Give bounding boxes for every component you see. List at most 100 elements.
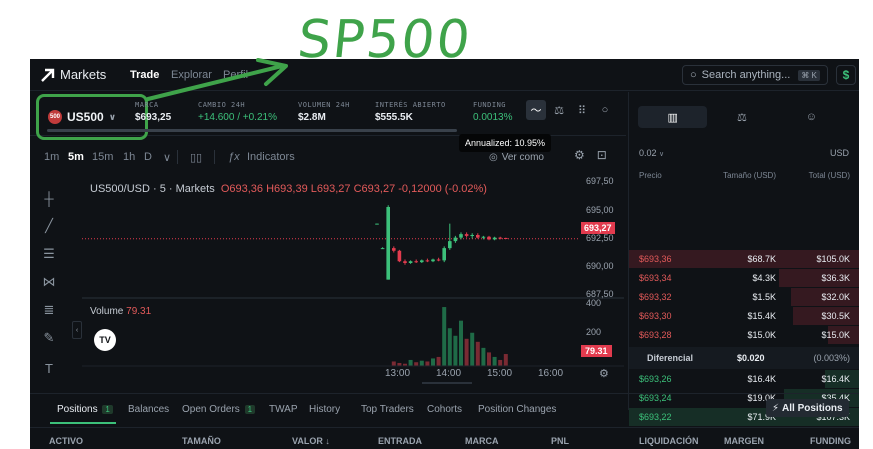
col-margen[interactable]: MARGEN <box>724 436 764 446</box>
tradingview-logo[interactable]: TV <box>94 329 116 351</box>
candle-body[interactable] <box>448 241 452 249</box>
horizontal-lines-icon[interactable]: ☰ <box>40 245 58 263</box>
tab-cohorts[interactable]: Cohorts <box>427 404 462 415</box>
settings-icon[interactable]: ⚙ <box>574 148 585 162</box>
axis-settings-icon[interactable]: ⚙ <box>599 367 609 380</box>
candle-body[interactable] <box>431 259 435 262</box>
candle-body[interactable] <box>425 260 430 262</box>
timeframe-5m[interactable]: 5m <box>68 151 84 163</box>
nav-explorar[interactable]: Explorar <box>171 69 212 81</box>
price-chart[interactable]: US500/USD · 5 · Markets O693,36 H693,39 … <box>82 173 624 387</box>
volume-bar <box>436 356 441 366</box>
col-entrada[interactable]: ENTRADA <box>378 436 422 446</box>
timeframe-1m[interactable]: 1m <box>44 151 59 163</box>
ask-size: $4.3K <box>752 273 776 283</box>
col-funding[interactable]: FUNDING <box>810 436 851 446</box>
search-input[interactable]: ○ Search anything... ⌘ K <box>682 65 828 85</box>
dollar-icon[interactable]: $ <box>836 65 856 85</box>
timeframe-d[interactable]: D <box>144 151 152 163</box>
symbol-selector[interactable]: 500 US500 ∨ <box>36 94 148 140</box>
all-positions-button[interactable]: ⚡ All Positions <box>766 399 849 417</box>
col-marca[interactable]: MARCA <box>465 436 499 446</box>
grid-icon[interactable]: ⠿ <box>572 100 592 120</box>
scale-icon[interactable]: ⚖ <box>707 106 776 128</box>
currency-selector[interactable]: USD <box>830 148 849 158</box>
candle-body[interactable] <box>442 248 446 261</box>
ask-row[interactable]: $693,28 $15.0K $15.0K <box>629 326 859 344</box>
col-pnl[interactable]: PNL <box>551 436 569 446</box>
col-liquidacion[interactable]: LIQUIDACIÓN <box>639 436 699 446</box>
candle-body[interactable] <box>375 223 379 225</box>
candle-body[interactable] <box>392 248 396 251</box>
candle-body[interactable] <box>408 261 413 263</box>
col-tamano[interactable]: TAMAÑO <box>182 436 221 446</box>
col-valor[interactable]: VALOR ↓ <box>292 436 330 446</box>
tab-position-changes[interactable]: Position Changes <box>478 404 556 415</box>
timeframe-15m[interactable]: 15m <box>92 151 113 163</box>
text-tool-icon[interactable]: T <box>40 359 58 377</box>
search-shortcut: ⌘ K <box>798 69 820 81</box>
candle-body[interactable] <box>414 261 418 263</box>
brush-icon[interactable]: ✎ <box>40 329 58 347</box>
pattern-icon[interactable]: ⋈ <box>40 273 58 291</box>
candle-body[interactable] <box>464 234 469 236</box>
tab-twap[interactable]: TWAP <box>269 404 298 415</box>
candle-body[interactable] <box>487 236 491 240</box>
ask-row[interactable]: $693,30 $15.4K $30.5K <box>629 307 859 325</box>
candle-type-icon[interactable]: ▯▯ <box>190 151 202 164</box>
logo[interactable]: Markets <box>40 67 106 82</box>
circle-icon[interactable]: ○ <box>595 100 615 120</box>
nav-trade[interactable]: Trade <box>130 69 159 81</box>
candle-body[interactable] <box>476 235 480 238</box>
top-nav: Markets Trade Explorar Perfil ○ Search a… <box>30 59 859 91</box>
nav-perfil[interactable]: Perfil <box>223 69 248 81</box>
candle-body[interactable] <box>492 237 497 240</box>
candle-body[interactable] <box>420 260 424 263</box>
ask-row[interactable]: $693,36 $68.7K $105.0K <box>629 250 859 268</box>
indicators-button[interactable]: Indicators <box>247 151 295 163</box>
chart-action-icons: ⚙ ⊡ <box>574 148 607 162</box>
timeframe-dropdown-icon[interactable]: ∨ <box>163 151 171 164</box>
view-as-button[interactable]: ◎ Ver como <box>489 152 544 163</box>
candle-body[interactable] <box>386 207 390 280</box>
book-icon[interactable]: ▥ <box>638 106 708 128</box>
candle-body[interactable] <box>504 237 508 239</box>
timeframe-1h[interactable]: 1h <box>123 151 135 163</box>
volume-bar <box>419 360 424 366</box>
ask-total: $105.0K <box>816 254 850 264</box>
tab-open-orders[interactable]: Open Orders 1 <box>182 404 256 415</box>
ask-size: $68.7K <box>747 254 776 264</box>
stat-funding[interactable]: FUNDING 0.0013% <box>473 101 512 123</box>
fib-icon[interactable]: ≣ <box>40 301 58 319</box>
candle-body[interactable] <box>470 235 474 236</box>
smile-icon[interactable]: ☺ <box>777 106 846 128</box>
candle-body[interactable] <box>498 237 502 239</box>
candlestick-chart[interactable] <box>82 173 624 387</box>
candle-body[interactable] <box>380 248 385 250</box>
trendline-icon[interactable]: ╱ <box>40 217 58 235</box>
crosshair-icon[interactable]: ┼ <box>40 189 58 207</box>
candle-body[interactable] <box>436 259 441 261</box>
bid-row[interactable]: $693,26 $16.4K $16.4K <box>629 370 859 388</box>
candle-body[interactable] <box>453 237 458 242</box>
candle-body[interactable] <box>397 250 402 262</box>
tab-positions[interactable]: Positions 1 <box>57 404 113 415</box>
scale-icon[interactable]: ⚖ <box>549 100 569 120</box>
ask-total: $30.5K <box>821 311 850 321</box>
tab-history[interactable]: History <box>309 404 340 415</box>
camera-icon[interactable]: ⊡ <box>597 148 607 162</box>
stats-scrollbar[interactable] <box>47 129 457 132</box>
candle-body[interactable] <box>481 236 486 238</box>
line-chart-icon[interactable]: 〜 <box>526 100 546 120</box>
ask-row[interactable]: $693,32 $1.5K $32.0K <box>629 288 859 306</box>
collapse-tools-button[interactable]: ‹ <box>72 321 82 339</box>
stat-volumen: VOLUMEN 24H $2.8M <box>298 101 350 123</box>
tab-top-traders[interactable]: Top Traders <box>361 404 414 415</box>
candle-body[interactable] <box>459 234 463 238</box>
indicators-icon[interactable]: ƒx <box>228 151 240 163</box>
ask-row[interactable]: $693,34 $4.3K $36.3K <box>629 269 859 287</box>
tab-balances[interactable]: Balances <box>128 404 169 415</box>
tick-size-selector[interactable]: 0.02 ∨ <box>639 148 664 158</box>
candle-body[interactable] <box>403 261 407 263</box>
col-activo[interactable]: ACTIVO <box>49 436 83 446</box>
